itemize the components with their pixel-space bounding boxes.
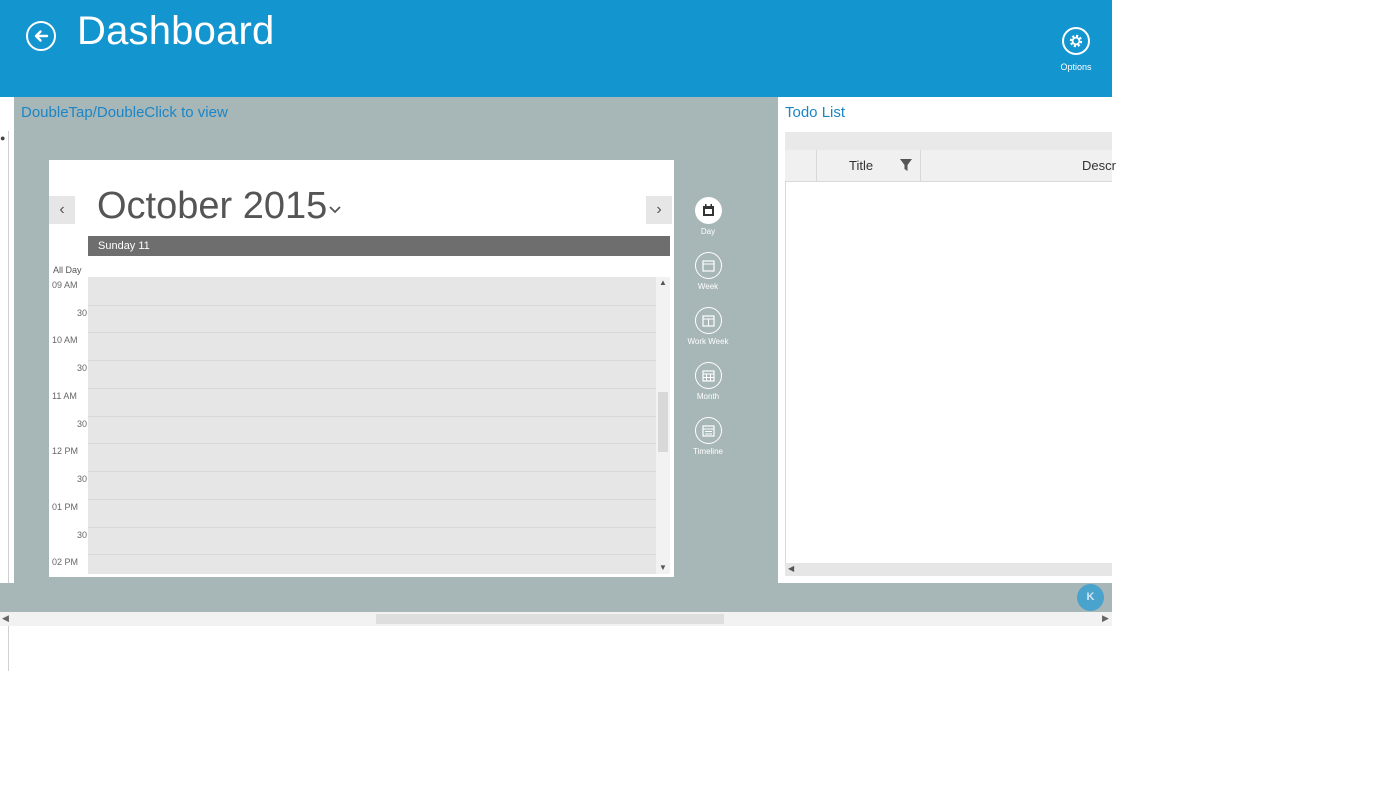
view-month-label: Month [696,392,720,401]
todo-horizontal-scrollbar[interactable]: ◀ [785,563,1112,576]
floating-k-button[interactable]: K [1077,584,1104,611]
page-title: Dashboard [77,9,275,53]
left-peek-panel [0,97,14,671]
time-label: 01 PM [52,502,79,512]
month-label[interactable]: October 2015 [97,185,327,228]
view-day-button[interactable]: Day [686,197,730,236]
options-button[interactable]: Options [1056,27,1096,72]
time-label: 11 AM [52,391,77,401]
scroll-thumb[interactable] [376,614,724,624]
view-week-label: Week [697,282,719,291]
calendar-day-icon [694,197,722,224]
todo-header-row: Title Descr [785,150,1116,182]
time-label: 30 [77,419,88,429]
next-month-button[interactable]: › [646,196,672,224]
day-header[interactable]: Sunday 11 [88,236,670,256]
tile-footer [0,583,1112,612]
calendar-hint[interactable]: DoubleTap/DoubleClick to view [21,104,228,121]
app-window: Dashboard Options ● DoubleTap/DoubleClic… [0,0,1116,671]
view-workweek-button[interactable]: Work Week [686,307,730,346]
schedule-scrollbar[interactable]: ▲ ▼ [656,277,670,574]
view-day-label: Day [700,227,716,236]
calendar-workweek-icon [694,307,722,334]
todo-group-drop-area [785,132,1112,150]
view-timeline-button[interactable]: Timeline [686,417,730,456]
view-week-button[interactable]: Week [686,252,730,291]
todo-grid[interactable] [785,132,1113,576]
back-button[interactable] [26,21,56,51]
view-month-button[interactable]: Month [686,362,730,401]
scroll-down-icon[interactable]: ▼ [659,563,667,572]
view-workweek-label: Work Week [687,337,729,346]
time-label: 30 [77,530,88,540]
scroll-left-icon[interactable]: ◀ [788,564,794,573]
gear-icon [1062,27,1090,55]
dashboard-horizontal-scrollbar[interactable]: ◀ ▶ [0,612,1112,626]
time-label: 02 PM [52,557,79,567]
calendar-timeline-icon [694,417,722,444]
todo-list-title[interactable]: Todo List [785,104,845,121]
all-day-label: All Day [53,265,82,275]
prev-month-button[interactable]: ‹ [49,196,75,224]
time-label: 10 AM [52,335,78,345]
filter-icon[interactable] [899,158,913,177]
chevron-down-icon[interactable] [328,202,342,218]
options-label: Options [1060,62,1092,72]
time-label: 30 [77,474,88,484]
left-peek-indicator: ● [0,133,6,143]
column-description-label[interactable]: Descr [1082,158,1116,173]
time-column: 09 AM 30 10 AM 30 11 AM 30 12 PM 30 01 P… [49,277,89,574]
time-label: 30 [77,308,88,318]
time-label: 30 [77,363,88,373]
calendar-month-icon [694,362,722,389]
scroll-thumb[interactable] [658,392,668,452]
time-label: 12 PM [52,446,79,456]
arrow-left-icon [34,30,49,42]
app-header: Dashboard Options [0,0,1112,97]
todo-indent-cell [785,150,817,181]
column-title-label: Title [849,158,874,173]
scroll-right-icon[interactable]: ▶ [1102,613,1109,624]
view-timeline-label: Timeline [693,447,723,456]
schedule-grid[interactable] [88,277,656,574]
scroll-up-icon[interactable]: ▲ [659,278,667,287]
time-label: 09 AM [52,280,78,290]
calendar-week-icon [694,252,722,279]
scroll-left-icon[interactable]: ◀ [2,613,9,624]
